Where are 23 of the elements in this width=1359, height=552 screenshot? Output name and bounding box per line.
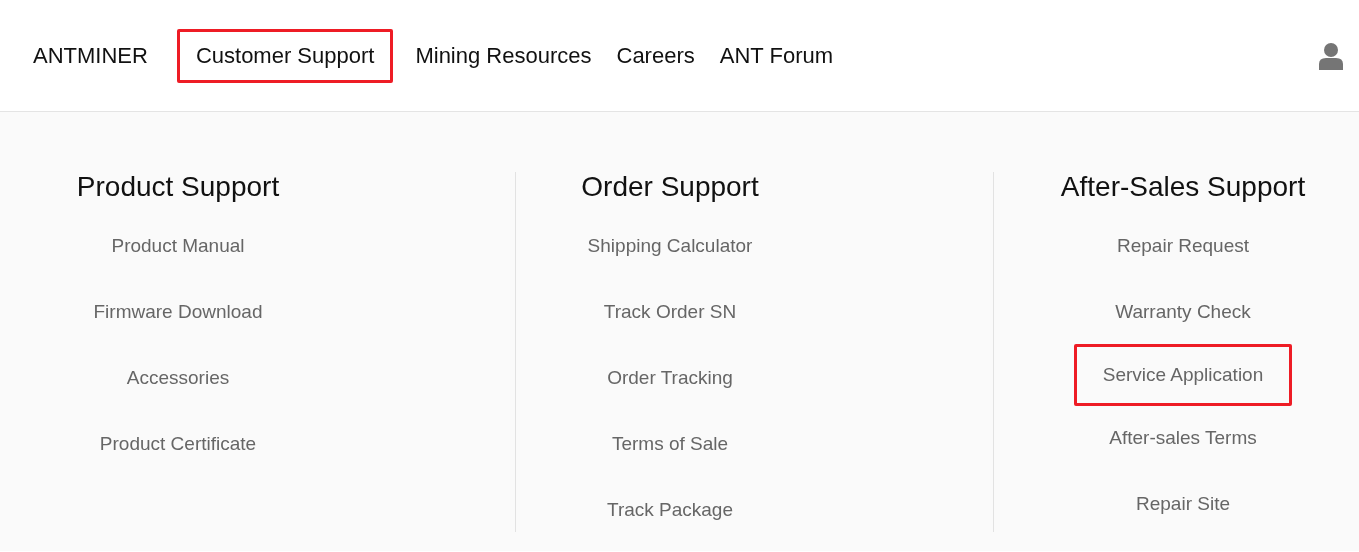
nav-link[interactable]: Customer Support bbox=[176, 28, 394, 83]
menu-link[interactable]: Terms of Sale bbox=[604, 430, 736, 458]
menu-link[interactable]: Track Package bbox=[600, 496, 740, 524]
column-heading: Order Support bbox=[581, 172, 759, 202]
menu-link[interactable]: After-sales Terms bbox=[1102, 424, 1264, 452]
menu-link[interactable]: Firmware Download bbox=[86, 298, 270, 326]
menu-link[interactable]: Shipping Calculator bbox=[580, 232, 760, 260]
menu-link[interactable]: Product Certificate bbox=[92, 430, 264, 458]
menu-link[interactable]: Repair Request bbox=[1110, 232, 1256, 260]
nav-link[interactable]: ANTMINER bbox=[33, 28, 151, 83]
menu-link[interactable]: Track Order SN bbox=[596, 298, 744, 326]
nav-link[interactable]: Mining Resources bbox=[412, 28, 595, 83]
menu-link[interactable]: Warranty Check bbox=[1108, 298, 1258, 326]
nav-link[interactable]: ANT Forum bbox=[716, 28, 837, 83]
column-heading: After-Sales Support bbox=[1060, 172, 1306, 202]
menu-link[interactable]: Repair Site bbox=[1129, 490, 1237, 518]
menu-link[interactable]: Service Application bbox=[1073, 344, 1293, 406]
menu-link[interactable]: Accessories bbox=[119, 364, 237, 392]
column-heading: Product Support bbox=[76, 172, 280, 202]
menu-link[interactable]: Order Tracking bbox=[600, 364, 740, 392]
user-icon[interactable] bbox=[1319, 41, 1343, 70]
nav-link[interactable]: Careers bbox=[613, 28, 698, 83]
menu-link[interactable]: Product Manual bbox=[104, 232, 252, 260]
